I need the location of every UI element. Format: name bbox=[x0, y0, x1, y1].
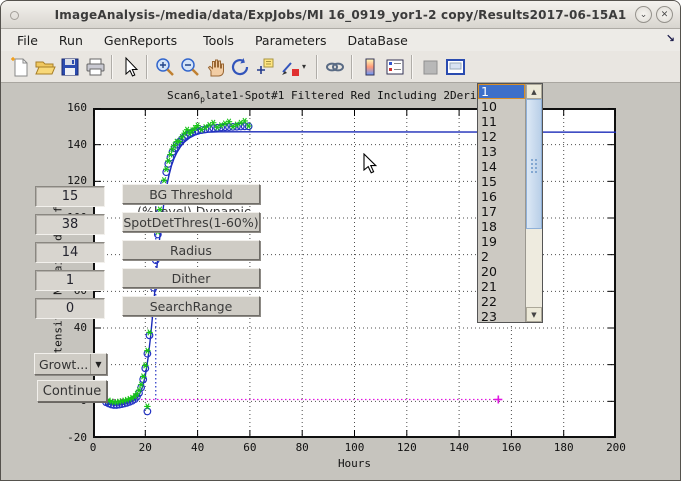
listbox-item[interactable]: 19 bbox=[478, 234, 525, 249]
new-figure-icon[interactable] bbox=[7, 54, 32, 79]
growth-mode-dropdown-label: Growt... bbox=[35, 357, 90, 372]
listbox-item[interactable]: 12 bbox=[478, 129, 525, 144]
x-tick-label: 80 bbox=[287, 441, 317, 454]
mouse-cursor-icon bbox=[363, 153, 378, 175]
listbox-item[interactable]: 20 bbox=[478, 264, 525, 279]
listbox-item[interactable]: 11 bbox=[478, 114, 525, 129]
scrollbar-thumb[interactable] bbox=[526, 99, 542, 229]
spot-listbox[interactable]: 110111213141516171819220212223 ▲ ▼ bbox=[477, 83, 543, 323]
listbox-scrollbar[interactable]: ▲ ▼ bbox=[525, 84, 542, 322]
growth-mode-dropdown[interactable]: Growt... ▼ bbox=[34, 353, 107, 375]
menu-file[interactable]: File bbox=[11, 31, 44, 50]
y-tick-label: -20 bbox=[57, 431, 87, 444]
listbox-item[interactable]: 2 bbox=[478, 249, 525, 264]
listbox-item[interactable]: 14 bbox=[478, 159, 525, 174]
pointer-icon[interactable] bbox=[117, 54, 142, 79]
brush-icon[interactable] bbox=[277, 54, 302, 79]
listbox-item[interactable]: 16 bbox=[478, 189, 525, 204]
menu-overflow-icon[interactable]: ↘ bbox=[666, 32, 675, 45]
menu-genreports[interactable]: GenReports bbox=[98, 31, 183, 50]
listbox-item[interactable]: 13 bbox=[478, 144, 525, 159]
zoom-out-icon[interactable] bbox=[177, 54, 202, 79]
data-cursor-icon[interactable] bbox=[252, 54, 277, 79]
searchrange-button[interactable]: SearchRange bbox=[122, 296, 260, 316]
spotdetthres-field[interactable] bbox=[35, 214, 105, 235]
window-title: ImageAnalysis-/media/data/ExpJobs/MI 16_… bbox=[55, 8, 627, 22]
minimize-button[interactable]: ⌄ bbox=[635, 6, 652, 23]
menu-bar: File Run GenReports Tools Parameters Dat… bbox=[1, 29, 680, 51]
dither-button[interactable]: Dither bbox=[122, 268, 260, 288]
zoom-in-icon[interactable] bbox=[152, 54, 177, 79]
scroll-up-icon[interactable]: ▲ bbox=[526, 84, 542, 99]
x-tick-label: 180 bbox=[549, 441, 579, 454]
x-tick-label: 200 bbox=[601, 441, 631, 454]
x-tick-label: 120 bbox=[392, 441, 422, 454]
dither-field[interactable] bbox=[35, 270, 105, 291]
x-tick-label: 20 bbox=[130, 441, 160, 454]
rotate-3d-icon[interactable] bbox=[227, 54, 252, 79]
window-menu-icon[interactable] bbox=[10, 11, 19, 20]
bg-threshold-button[interactable]: BG Threshold bbox=[122, 184, 260, 204]
y-tick-label: 140 bbox=[57, 138, 87, 151]
listbox-item[interactable]: 1 bbox=[478, 84, 525, 99]
scrollbar-grip bbox=[530, 158, 539, 174]
save-figure-icon[interactable] bbox=[57, 54, 82, 79]
scroll-down-icon[interactable]: ▼ bbox=[526, 307, 542, 322]
listbox-item[interactable]: 21 bbox=[478, 279, 525, 294]
y-tick-label: 160 bbox=[57, 101, 87, 114]
listbox-item[interactable]: 18 bbox=[478, 219, 525, 234]
toolbar-separator bbox=[351, 55, 353, 79]
insert-legend-icon[interactable] bbox=[382, 54, 407, 79]
chevron-down-icon: ▼ bbox=[90, 354, 106, 374]
searchrange-field[interactable] bbox=[35, 298, 105, 319]
listbox-item[interactable]: 23 bbox=[478, 309, 525, 324]
insert-colorbar-icon[interactable] bbox=[357, 54, 382, 79]
toolbar-separator bbox=[316, 55, 318, 79]
x-tick-label: 100 bbox=[340, 441, 370, 454]
menu-database[interactable]: DataBase bbox=[341, 31, 413, 50]
menu-run[interactable]: Run bbox=[53, 31, 89, 50]
menu-parameters[interactable]: Parameters bbox=[249, 31, 333, 50]
plot-title: Scan6plate1-Spot#1 Filtered Red Includin… bbox=[93, 89, 479, 104]
bg-threshold-field[interactable] bbox=[35, 186, 105, 207]
x-tick-label: 140 bbox=[444, 441, 474, 454]
y-axis-label-fragment: tensit bbox=[52, 320, 65, 354]
window-titlebar[interactable]: ImageAnalysis-/media/data/ExpJobs/MI 16_… bbox=[1, 1, 680, 29]
show-plot-tools-icon[interactable] bbox=[442, 54, 467, 79]
obscured-text-fragment: (%Level) Dynamic bbox=[119, 204, 269, 212]
listbox-item[interactable]: 15 bbox=[478, 174, 525, 189]
radius-field[interactable] bbox=[35, 242, 105, 263]
pan-hand-icon[interactable] bbox=[202, 54, 227, 79]
x-tick-label: 160 bbox=[496, 441, 526, 454]
x-axis-label: Hours bbox=[93, 457, 616, 470]
hide-plot-tools-icon[interactable] bbox=[417, 54, 442, 79]
link-plots-icon[interactable] bbox=[322, 54, 347, 79]
app-window: Scan6plate1-Spot#1 Filtered Red Includin… bbox=[0, 0, 681, 481]
close-button[interactable]: ✕ bbox=[656, 6, 673, 23]
continue-button[interactable]: Continue bbox=[37, 380, 107, 402]
toolbar-separator bbox=[411, 55, 413, 79]
figure-toolbar: ▾ bbox=[1, 51, 680, 83]
radius-button[interactable]: Radius bbox=[122, 240, 260, 260]
x-tick-label: 60 bbox=[235, 441, 265, 454]
listbox-item[interactable]: 22 bbox=[478, 294, 525, 309]
open-file-icon[interactable] bbox=[32, 54, 57, 79]
listbox-item[interactable]: 17 bbox=[478, 204, 525, 219]
menu-tools[interactable]: Tools bbox=[197, 31, 240, 50]
listbox-item[interactable]: 10 bbox=[478, 99, 525, 114]
spotdetthres-button[interactable]: SpotDetThres(1-60%) bbox=[122, 212, 260, 232]
toolbar-separator bbox=[146, 55, 148, 79]
print-figure-icon[interactable] bbox=[82, 54, 107, 79]
brush-dropdown-caret[interactable]: ▾ bbox=[302, 62, 312, 71]
x-tick-label: 40 bbox=[183, 441, 213, 454]
toolbar-separator bbox=[111, 55, 113, 79]
